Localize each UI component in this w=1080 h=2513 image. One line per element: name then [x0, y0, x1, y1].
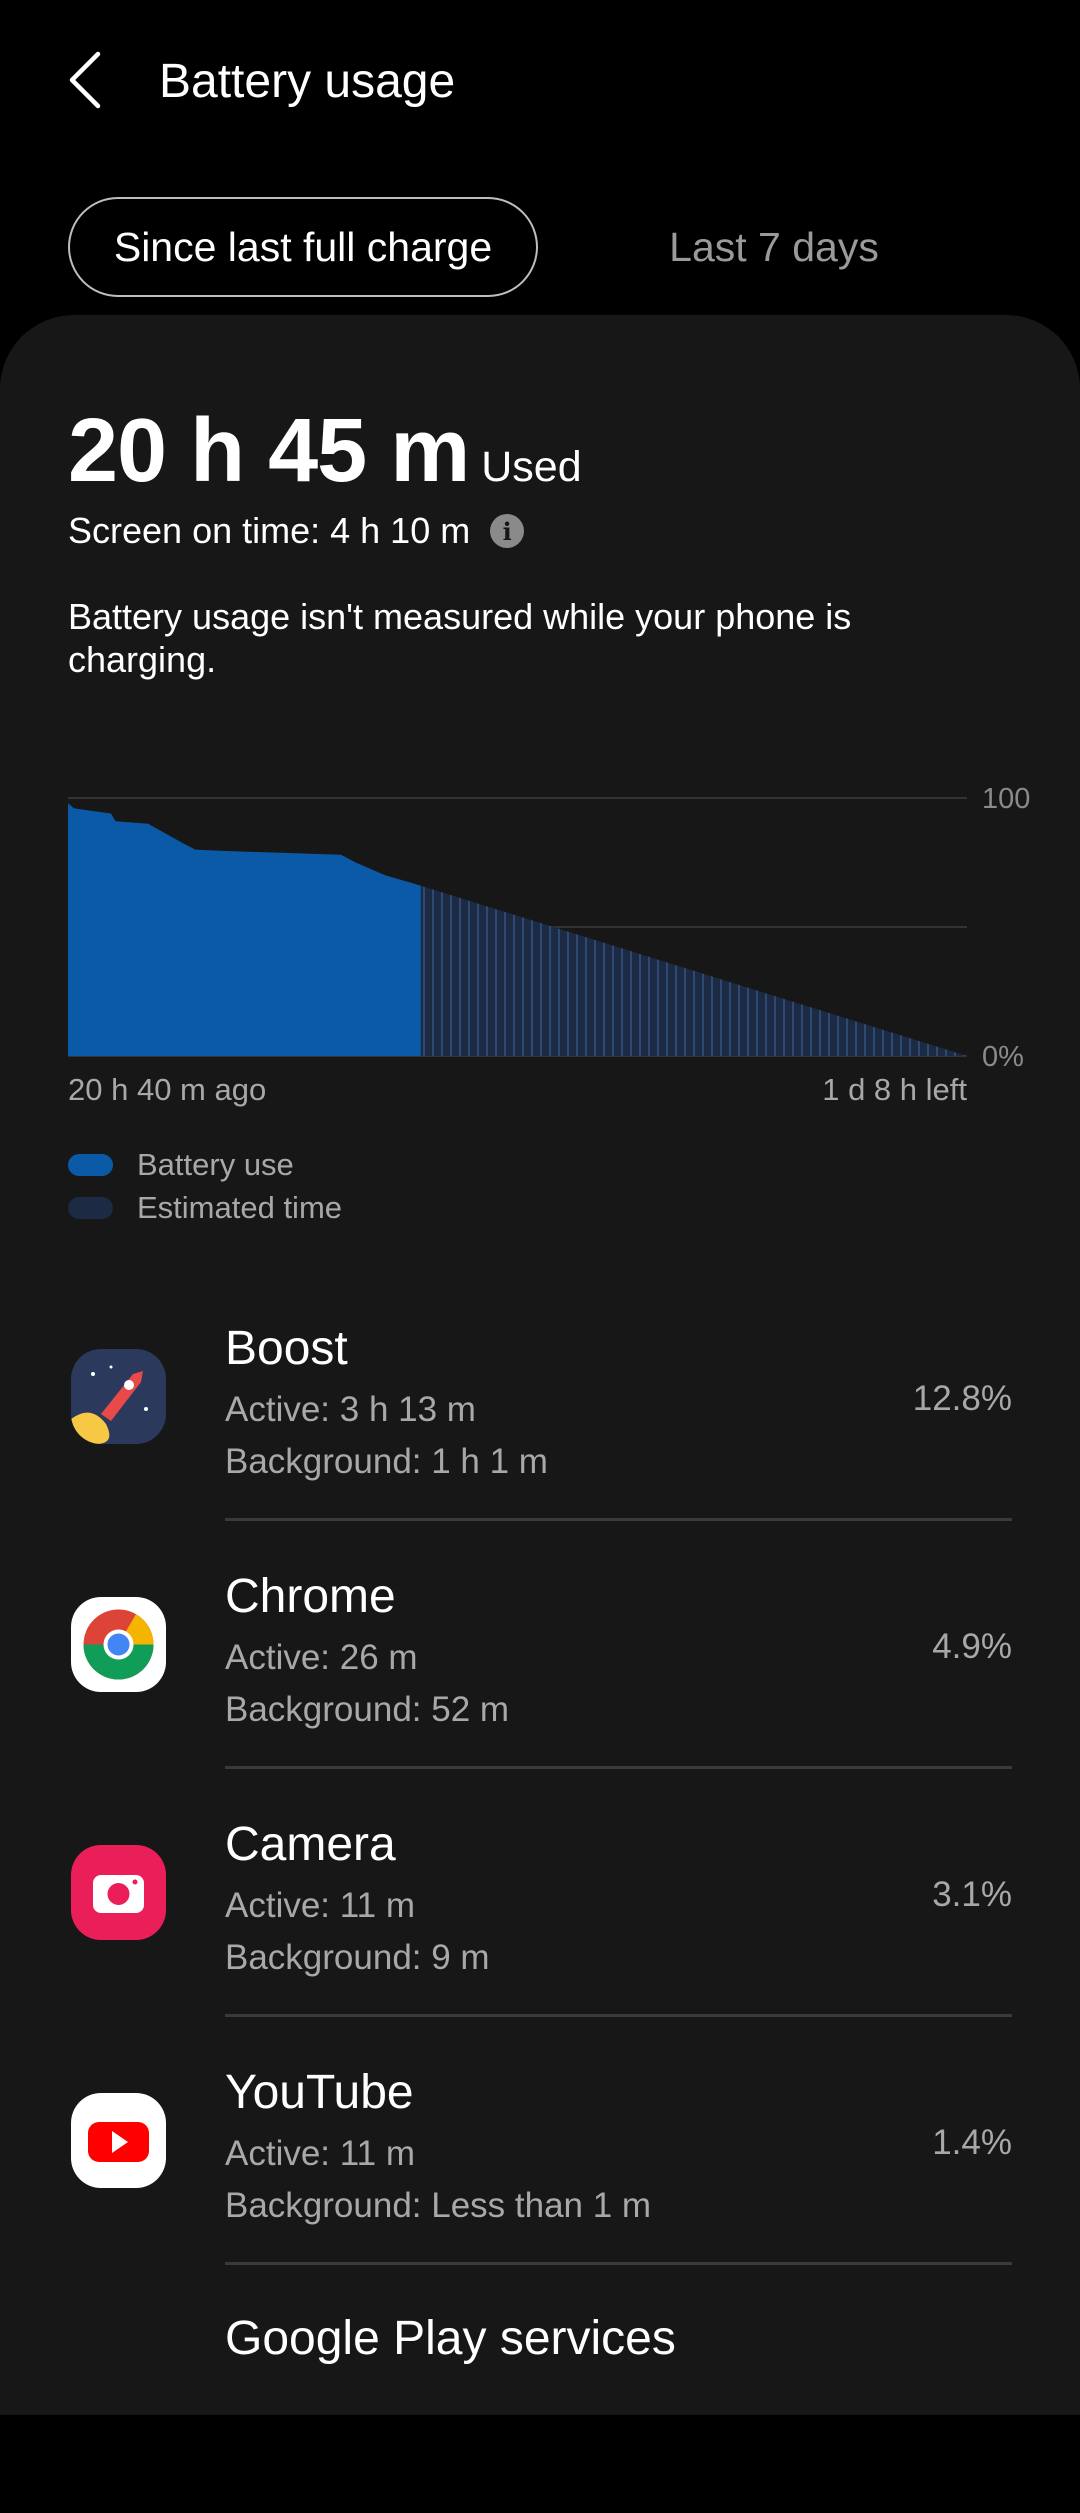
screen-on-time-text: Screen on time: 4 h 10 m	[68, 510, 471, 551]
page-title: Battery usage	[159, 55, 456, 108]
app-background: Background: Less than 1 m	[225, 2186, 652, 2225]
app-background: Background: 52 m	[225, 1690, 510, 1729]
app-name: Camera	[225, 1818, 396, 1871]
app-active: Active: 3 h 13 m	[225, 1390, 476, 1429]
app-row-camera[interactable]: Camera Active: 11 m Background: 9 m 3.1%	[0, 1769, 1080, 2017]
tab-since-last-full-charge[interactable]: Since last full charge	[68, 197, 538, 297]
y-tick-100: 100	[982, 783, 1030, 815]
app-name: YouTube	[225, 2066, 414, 2119]
y-tick-0: 0%	[982, 1041, 1024, 1073]
app-percent: 3.1%	[932, 1875, 1012, 1914]
charging-note: Battery usage isn't measured while your …	[68, 596, 852, 680]
used-label: Used	[481, 443, 582, 491]
app-background: Background: 9 m	[225, 1938, 490, 1977]
screen-on-time: Screen on time: 4 h 10 m i	[68, 510, 525, 552]
legend-label: Estimated time	[137, 1190, 343, 1225]
legend-battery-use: Battery use	[68, 1147, 294, 1183]
info-icon[interactable]: i	[490, 514, 525, 548]
app-percent: 12.8%	[912, 1379, 1012, 1418]
app-name: Boost	[225, 1322, 348, 1375]
rocket-icon	[71, 1349, 166, 1444]
youtube-icon	[71, 2093, 166, 2188]
camera-icon	[71, 1845, 166, 1940]
app-background: Background: 1 h 1 m	[225, 1442, 548, 1481]
tab-last-7-days[interactable]: Last 7 days	[600, 197, 948, 297]
x-label-end: 1 d 8 h left	[822, 1072, 967, 1107]
app-percent: 4.9%	[932, 1627, 1012, 1666]
app-name: Google Play services	[225, 2312, 676, 2365]
app-row-boost[interactable]: Boost Active: 3 h 13 m Background: 1 h 1…	[0, 1273, 1080, 1521]
legend-swatch	[68, 1197, 113, 1219]
app-active: Active: 26 m	[225, 1638, 418, 1677]
used-value: 20 h 45 m	[68, 401, 470, 501]
usage-summary: 20 h 45 m Used	[68, 400, 582, 503]
legend-label: Battery use	[137, 1147, 294, 1182]
app-name: Chrome	[225, 1570, 396, 1623]
app-active: Active: 11 m	[225, 2134, 415, 2173]
app-percent: 1.4%	[932, 2123, 1012, 2162]
estimated-area	[420, 885, 967, 1056]
app-row-chrome[interactable]: Chrome Active: 26 m Background: 52 m 4.9…	[0, 1521, 1080, 1769]
app-row-youtube[interactable]: YouTube Active: 11 m Background: Less th…	[0, 2017, 1080, 2265]
back-button[interactable]	[62, 50, 118, 110]
app-bar: Battery usage	[0, 0, 1080, 160]
x-label-start: 20 h 40 m ago	[68, 1072, 267, 1107]
legend-swatch	[68, 1154, 113, 1176]
app-row-google-play-services[interactable]: Google Play services	[0, 2265, 1080, 2513]
chrome-icon	[71, 1597, 166, 1692]
battery-use-area	[68, 803, 421, 1056]
battery-chart: 100 0%	[68, 783, 1030, 1073]
legend-estimated-time: Estimated time	[68, 1190, 342, 1226]
app-active: Active: 11 m	[225, 1886, 415, 1925]
chevron-left-icon	[69, 51, 101, 109]
